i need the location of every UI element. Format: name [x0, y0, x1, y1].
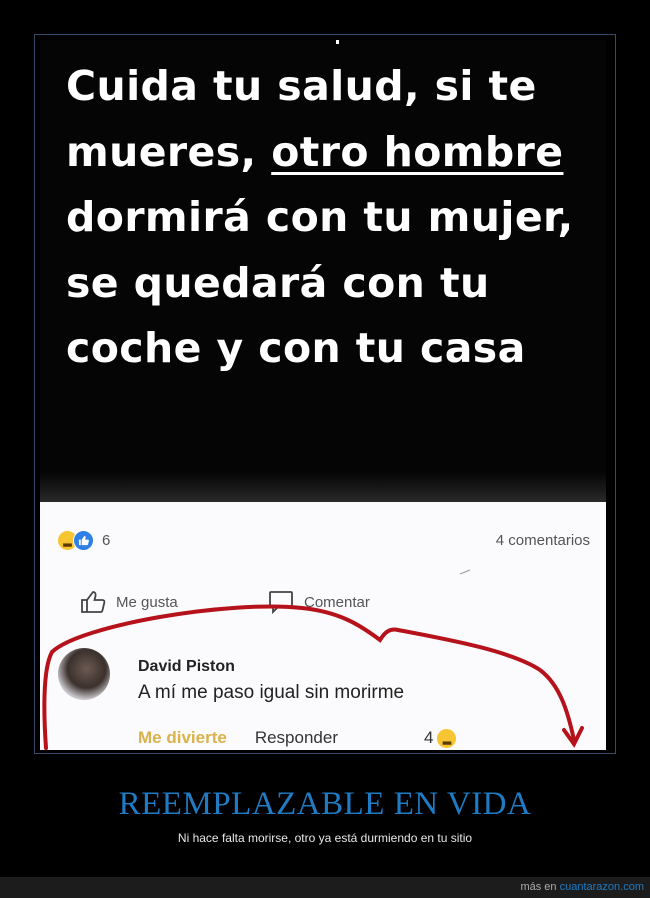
speech-bubble-icon	[269, 591, 293, 614]
headline-text: Cuida tu salud, si te mueres, otro hombr…	[66, 54, 596, 382]
comment-reaction-count[interactable]: 4 ▂	[424, 728, 457, 748]
image-artifact	[336, 40, 339, 44]
site-link[interactable]: cuantarazon.com	[560, 881, 644, 893]
like-button[interactable]: Me gusta	[80, 590, 178, 614]
me-divierte-button[interactable]: Me divierte	[138, 728, 227, 748]
footer-bar: más en cuantarazon.com	[0, 877, 650, 898]
footer-prefix: más en	[520, 881, 560, 893]
comment-reaction-number: 4	[424, 728, 434, 747]
comment-button[interactable]: Comentar	[268, 590, 370, 614]
comment-item: David Piston A mí me paso igual sin mori…	[58, 648, 588, 748]
text-panel: Cuida tu salud, si te mueres, otro hombr…	[40, 40, 606, 502]
comment-text: A mí me paso igual sin morirme	[138, 682, 405, 703]
comment-actions: Me divierte Responder	[138, 728, 338, 748]
footer-text: más en cuantarazon.com	[520, 881, 644, 893]
facebook-post-footer: ▂ 6 4 comentarios Me gusta Comentar Davi…	[40, 502, 606, 750]
comment-author[interactable]: David Piston	[138, 658, 235, 676]
reactions-summary[interactable]: ▂ 6	[58, 530, 110, 551]
like-label: Me gusta	[116, 593, 178, 611]
thumbs-up-icon	[81, 591, 106, 613]
caption-subtitle: Ni hace falta morirse, otro ya está durm…	[177, 831, 473, 845]
reply-button[interactable]: Responder	[255, 728, 338, 748]
caption-title: REEMPLAZABLE EN VIDA	[118, 786, 532, 822]
like-thumb-icon	[73, 530, 94, 551]
comments-count-link[interactable]: 4 comentarios	[496, 532, 590, 549]
headline-underlined: otro hombre	[271, 127, 564, 176]
comment-label: Comentar	[304, 593, 370, 611]
avatar[interactable]	[58, 648, 110, 700]
meme-image: Cuida tu salud, si te mueres, otro hombr…	[40, 40, 606, 750]
haha-emoji-icon: ▂	[437, 728, 457, 748]
post-actions: Me gusta Comentar	[40, 590, 606, 620]
headline-part-2: dormirá con tu mujer, se quedará con tu …	[66, 193, 574, 372]
reaction-count: 6	[102, 532, 111, 549]
